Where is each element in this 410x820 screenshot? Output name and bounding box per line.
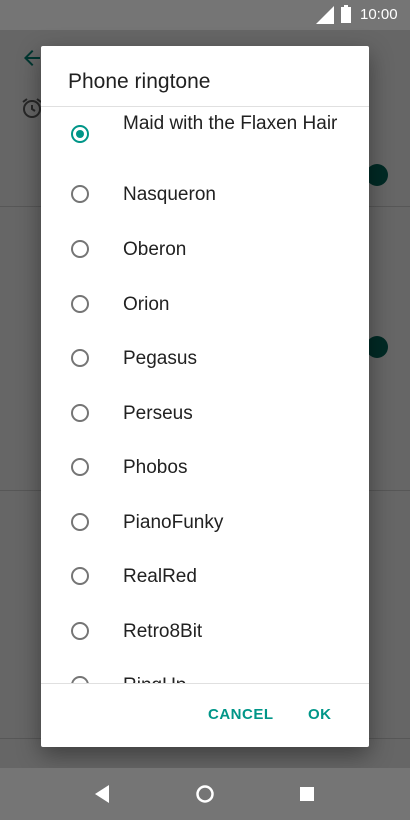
radio-button[interactable]	[71, 240, 89, 258]
ringtone-item-oberon[interactable]: Oberon	[41, 222, 369, 276]
ringtone-item-pegasus[interactable]: Pegasus	[41, 331, 369, 385]
status-time: 10:00	[360, 6, 398, 23]
ringtone-list[interactable]: Maid with the Flaxen Hair Nasqueron Ober…	[41, 107, 369, 683]
ringtone-item-ringup[interactable]: RingUp	[41, 658, 369, 683]
nav-back-icon[interactable]	[95, 785, 111, 803]
dialog-title: Phone ringtone	[68, 70, 211, 93]
radio-button[interactable]	[71, 513, 89, 531]
ringtone-item-perseus[interactable]: Perseus	[41, 386, 369, 440]
ringtone-dialog: Phone ringtone Maid with the Flaxen Hair…	[41, 46, 369, 747]
ringtone-label: RealRed	[123, 566, 197, 587]
radio-button[interactable]	[71, 676, 89, 683]
battery-icon	[341, 5, 351, 23]
ringtone-item-orion[interactable]: Orion	[41, 277, 369, 331]
radio-button[interactable]	[71, 622, 89, 640]
screen: 10:00 Phone ringtone Maid with the Flaxe…	[0, 0, 410, 820]
ringtone-item-maid-with-the-flaxen-hair[interactable]: Maid with the Flaxen Hair	[41, 107, 369, 167]
radio-button[interactable]	[71, 567, 89, 585]
ringtone-item-nasqueron[interactable]: Nasqueron	[41, 167, 369, 221]
ringtone-label: PianoFunky	[123, 512, 224, 533]
radio-button-checked[interactable]	[71, 125, 89, 143]
ringtone-label: Nasqueron	[123, 184, 216, 205]
navigation-bar	[0, 768, 410, 820]
ringtone-label: RingUp	[123, 674, 343, 683]
ringtone-label: Retro8Bit	[123, 621, 203, 642]
radio-button[interactable]	[71, 349, 89, 367]
nav-recents-icon[interactable]	[300, 787, 314, 801]
radio-button[interactable]	[71, 185, 89, 203]
ringtone-item-retro8bit[interactable]: Retro8Bit	[41, 604, 369, 658]
radio-button[interactable]	[71, 295, 89, 313]
ok-button[interactable]: OK	[308, 706, 332, 723]
ringtone-label: Phobos	[123, 457, 188, 478]
nav-home-icon[interactable]	[195, 784, 215, 804]
ringtone-label: Orion	[123, 294, 170, 315]
radio-button[interactable]	[71, 458, 89, 476]
ringtone-label: Oberon	[123, 239, 187, 260]
button-divider	[41, 683, 369, 684]
cell-signal-icon	[316, 6, 334, 24]
cancel-button[interactable]: CANCEL	[208, 706, 274, 723]
ringtone-label: Pegasus	[123, 348, 197, 369]
ringtone-label: Maid with the Flaxen Hair	[123, 113, 338, 134]
status-bar: 10:00	[0, 0, 410, 30]
radio-button[interactable]	[71, 404, 89, 422]
ringtone-label: Perseus	[123, 403, 193, 424]
ringtone-item-pianofunky[interactable]: PianoFunky	[41, 495, 369, 549]
ringtone-item-realred[interactable]: RealRed	[41, 549, 369, 603]
ringtone-item-phobos[interactable]: Phobos	[41, 440, 369, 494]
